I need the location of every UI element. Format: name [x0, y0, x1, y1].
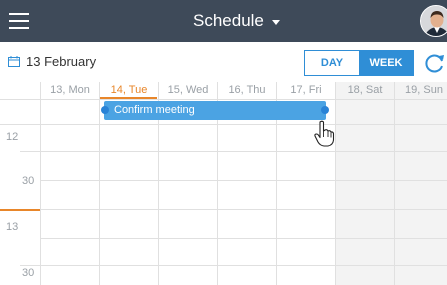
refresh-icon[interactable] — [424, 52, 446, 74]
page-title: Schedule — [193, 11, 264, 30]
app-header: Schedule — [0, 0, 447, 42]
schedule-title-dropdown[interactable]: Schedule — [193, 11, 280, 31]
grid-column-line — [99, 82, 100, 285]
time-label: 13 — [6, 221, 19, 233]
time-label: 12 — [6, 131, 19, 143]
view-toggle: DAY WEEK — [304, 50, 414, 76]
event-resize-handle-right[interactable] — [321, 106, 329, 114]
grid-row-line — [20, 209, 447, 210]
week-view-button[interactable]: WEEK — [359, 51, 413, 75]
day-header-thu[interactable]: 16, Thu — [217, 84, 277, 99]
grid-row-line — [20, 265, 447, 266]
time-label: 30 — [22, 175, 35, 187]
day-view-button[interactable]: DAY — [305, 51, 359, 75]
current-time-indicator — [0, 209, 40, 211]
day-header-mon[interactable]: 13, Mon — [40, 84, 100, 99]
calendar-icon — [8, 56, 20, 67]
grid-column-line — [335, 82, 336, 285]
day-header-sat[interactable]: 18, Sat — [335, 84, 395, 99]
grid-row-line — [40, 238, 447, 239]
all-day-top-line — [0, 99, 447, 100]
weekend-shading — [335, 82, 447, 285]
all-day-bottom-line — [0, 124, 447, 125]
grid-row-line — [20, 151, 447, 152]
grid-row-line — [40, 180, 447, 181]
user-avatar[interactable] — [420, 5, 447, 37]
day-header-sun[interactable]: 19, Sun — [394, 84, 447, 99]
time-label: 30 — [22, 267, 35, 279]
event-resize-handle-left[interactable] — [101, 106, 109, 114]
hand-pointer-cursor-icon — [314, 120, 335, 147]
day-header-wed[interactable]: 15, Wed — [158, 84, 218, 99]
current-date[interactable]: 13 February — [26, 54, 96, 69]
hamburger-menu-icon[interactable] — [9, 13, 29, 29]
caret-down-icon — [271, 19, 280, 25]
event-confirm-meeting[interactable]: Confirm meeting — [104, 101, 326, 120]
grid-column-line — [394, 82, 395, 285]
day-header-fri[interactable]: 17, Fri — [276, 84, 336, 99]
grid-column-line — [40, 82, 41, 285]
